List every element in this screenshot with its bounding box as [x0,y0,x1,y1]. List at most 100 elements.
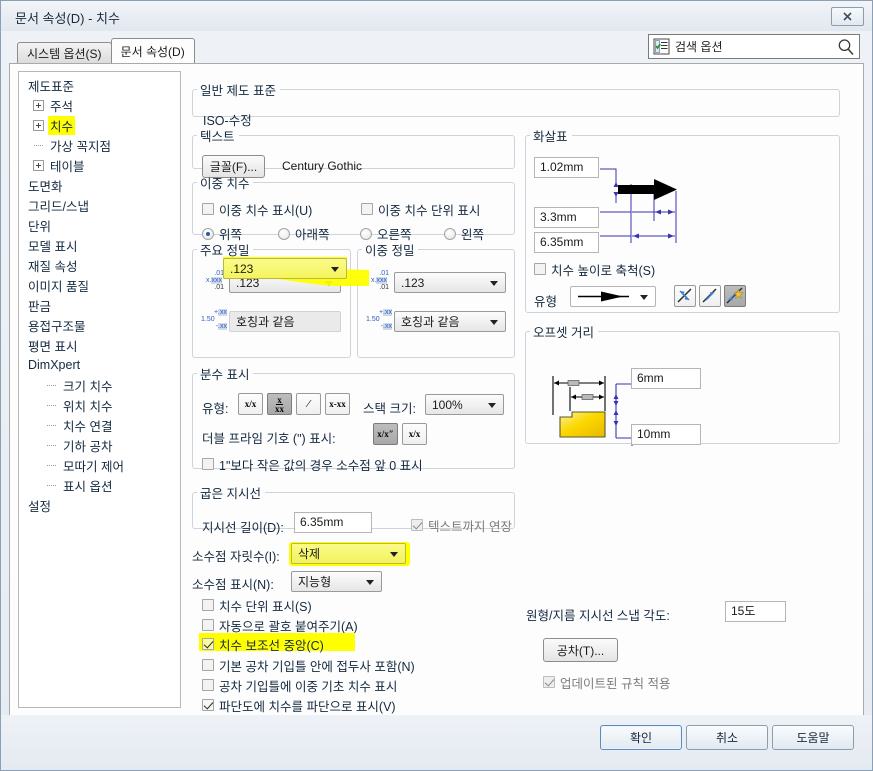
tree-item-11[interactable]: 판금 [19,295,180,315]
arrow-width-input[interactable]: 1.02mm [534,157,599,178]
tree-item-2[interactable]: 치수 [19,115,180,135]
expander-plus-icon[interactable] [33,159,44,171]
arrow-height-input[interactable]: 3.3mm [534,207,599,228]
arrows-legend: 화살표 [533,130,568,144]
decimal-places-label: 소수점 자릿수(I): [192,550,280,564]
dual-tolerance-precision-combo[interactable]: 호칭과 같음 [394,311,506,332]
tree-item-0[interactable]: 제도표준 [19,75,180,95]
fraction-type-button-0[interactable]: x/x [238,393,263,415]
ok-button[interactable]: 확인 [600,725,682,750]
tree-item-21[interactable]: 설정 [19,495,180,515]
snap-angle-label: 원형/지름 지시선 스냅 각도: [526,609,670,623]
snap-angle-input[interactable]: 15도 [725,601,786,622]
tree-item-12[interactable]: 용접구조물 [19,315,180,335]
decimal-display-label: 소수점 표시(N): [192,578,274,592]
show-dual-dimension-checkbox[interactable]: 이중 치수 표시(U) [202,200,312,218]
show-dual-units-checkbox[interactable]: 이중 치수 단위 표시 [361,200,480,218]
tab-system-options[interactable]: 시스템 옵션(S) [17,42,112,63]
tolerance-button[interactable]: 공차(T)... [543,638,618,662]
tree-item-10[interactable]: 이미지 품질 [19,275,180,295]
chevron-down-icon [325,280,333,286]
checkbox-box [543,676,555,688]
tree-item-16[interactable]: 위치 치수 [19,395,180,415]
tree-item-6[interactable]: 그리드/스냅 [19,195,180,215]
text-group: 텍스트 글꼴(F)... Century Gothic [192,126,515,178]
combo-value: .123 [230,261,254,276]
stack-size-combo[interactable]: 100% [425,394,504,415]
tree-label: 제도표준 [28,79,75,94]
tolerance-precision-icon: +.xx 1.50 -.xx [201,309,227,330]
arrow-type-combo[interactable] [570,286,656,307]
center-extension-line-checkbox[interactable]: 치수 보조선 중앙(C) [202,635,324,653]
tree-label: DimXpert [28,358,81,372]
close-button[interactable] [831,7,864,26]
decimal-display-combo[interactable]: 지능형 [291,571,382,592]
fraction-type-button-1[interactable]: x xx [267,393,292,415]
fraction-type-button-2[interactable]: ⁄ [296,393,321,415]
window-title: 문서 속성(D) - 치수 [15,11,120,26]
tree-item-1[interactable]: 주석 [19,95,180,115]
tree-item-15[interactable]: 크기 치수 [19,375,180,395]
checkbox-label: 기본 공차 기입틀 안에 접두사 포함(N) [219,659,415,674]
dual-basic-dimension-checkbox[interactable]: 공차 기입틀에 이중 기초 치수 표시 [202,676,397,694]
face-attach-icon-button[interactable] [724,285,746,307]
double-prime-button-0[interactable]: x/x″ [373,423,398,445]
show-dimension-units-checkbox[interactable]: 치수 단위 표시(S) [202,596,312,614]
help-button[interactable]: 도움말 [772,725,854,750]
tree-label: 모델 표시 [28,239,78,254]
tree-item-5[interactable]: 도면화 [19,175,180,195]
extend-to-text-checkbox[interactable]: 텍스트까지 연장 [411,516,512,534]
apply-updated-rules-checkbox[interactable]: 업데이트된 규칙 적용 [543,673,670,691]
dual-unit-precision-combo[interactable]: .123 [394,272,506,293]
tree-label: 판금 [28,299,52,314]
dual-dimension-legend: 이중 치수 [200,177,250,191]
leader-length-input[interactable]: 6.35mm [294,512,372,533]
primary-unit-precision-combo-visual[interactable]: .123 [223,258,347,279]
leading-zero-checkbox[interactable]: 1"보다 작은 값의 경우 소수점 앞 0 표시 [202,455,423,473]
face-attach-icon [726,287,744,304]
tree-item-7[interactable]: 단위 [19,215,180,235]
search-options-box[interactable]: 검색 옵션 [648,34,860,59]
tree-item-19[interactable]: 모따기 제어 [19,455,180,475]
include-prefix-checkbox[interactable]: 기본 공차 기입틀 안에 접두사 포함(N) [202,656,415,674]
offset-gap-input[interactable]: 6mm [631,368,701,389]
tree-item-9[interactable]: 재질 속성 [19,255,180,275]
combo-value: 호칭과 같음 [236,315,295,329]
options-list-icon [653,38,670,55]
decimal-places-combo[interactable]: 삭제 [291,543,406,564]
arrow-attach-icon-button[interactable] [699,285,721,307]
magnifier-icon[interactable] [837,38,855,56]
tree-item-8[interactable]: 모델 표시 [19,235,180,255]
break-dimension-checkbox[interactable]: 파단도에 치수를 파단으로 표시(V) [202,696,396,714]
tree-item-13[interactable]: 평면 표시 [19,335,180,355]
tree-item-17[interactable]: 치수 연결 [19,415,180,435]
fraction-type-button-3[interactable]: x-xx [325,393,350,415]
tab-document-properties[interactable]: 문서 속성(D) [110,38,195,63]
checkbox-label: 파단도에 치수를 파단으로 표시(V) [219,699,396,714]
scale-with-dimension-checkbox[interactable]: 치수 높이로 축척(S) [534,260,655,278]
auto-parentheses-checkbox[interactable]: 자동으로 괄호 붙여주기(A) [202,616,358,634]
tree-item-14[interactable]: DimXpert [19,355,180,375]
offset-distance-group: 오프셋 거리 6mm 10mm [525,322,840,446]
settings-tree[interactable]: 제도표준 주석 치수 가상 꼭지점 테이블 도면화 그리드/스냅 단위 모델 표… [18,71,181,708]
tree-item-20[interactable]: 표시 옵션 [19,475,180,495]
expander-plus-icon[interactable] [33,119,44,131]
tree-label: 모따기 제어 [63,459,124,474]
primary-tolerance-precision-combo[interactable]: 호칭과 같음 [229,311,341,332]
expander-plus-icon[interactable] [33,99,44,111]
tree-label: 치수 연결 [63,419,113,434]
offset-extension-input[interactable]: 10mm [631,424,701,445]
chevron-down-icon [640,294,648,300]
cancel-button[interactable]: 취소 [686,725,768,750]
tree-connector-icon [46,480,57,491]
tree-item-4[interactable]: 테이블 [19,155,180,175]
tree-label: 크기 치수 [63,379,113,394]
tree-connector-icon [46,460,57,471]
edge-attach-icon-button[interactable] [674,285,696,307]
double-prime-button-1[interactable]: x/x [402,423,427,445]
tree-item-18[interactable]: 기하 공차 [19,435,180,455]
search-input[interactable]: 검색 옵션 [675,38,837,55]
arrow-length-input[interactable]: 6.35mm [534,232,599,253]
arrow-type-label: 유형 [534,295,558,309]
tree-item-3[interactable]: 가상 꼭지점 [19,135,180,155]
